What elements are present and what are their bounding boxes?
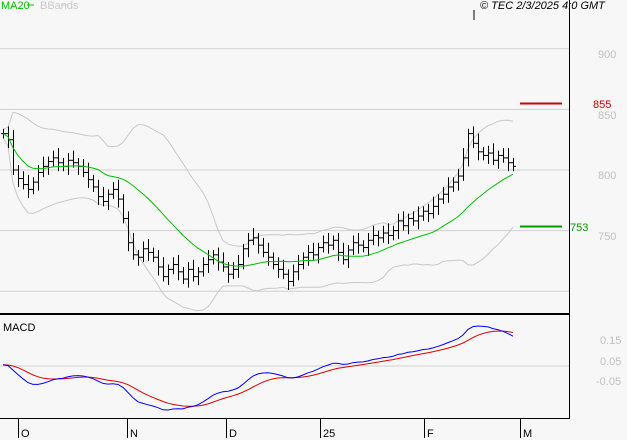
legend-bbands: BBands xyxy=(40,0,79,12)
macd-tick: -0.05 xyxy=(596,376,621,388)
price-tick: 800 xyxy=(598,170,616,182)
stock-chart: 855 753 MA20 BBands © TEC 2/3/2025 4:0 G… xyxy=(0,0,627,440)
x-tick-label: D xyxy=(229,428,237,440)
macd-tick: 0.15 xyxy=(600,335,621,347)
x-tick-label: O xyxy=(21,428,30,440)
macd-tick: 0.05 xyxy=(600,356,621,368)
price-tick: 850 xyxy=(598,110,616,122)
x-tick-label: 25 xyxy=(323,428,335,440)
macd-signal-line xyxy=(2,330,514,407)
x-tick-label: N xyxy=(130,428,138,440)
price-tick: 900 xyxy=(598,49,616,61)
support-label: 753 xyxy=(570,222,588,234)
price-tick: 750 xyxy=(598,231,616,243)
bollinger-upper xyxy=(2,111,514,247)
bollinger-lower xyxy=(2,137,514,312)
macd-line xyxy=(2,325,514,411)
macd-label: MACD xyxy=(3,322,35,334)
chart-svg: 855 753 MA20 BBands © TEC 2/3/2025 4:0 G… xyxy=(0,0,621,440)
x-tick-label: M xyxy=(523,428,532,440)
legend-ma20: MA20 xyxy=(1,0,30,12)
x-tick-label: F xyxy=(427,428,434,440)
copyright: © TEC 2/3/2025 4:0 GMT xyxy=(480,0,606,12)
